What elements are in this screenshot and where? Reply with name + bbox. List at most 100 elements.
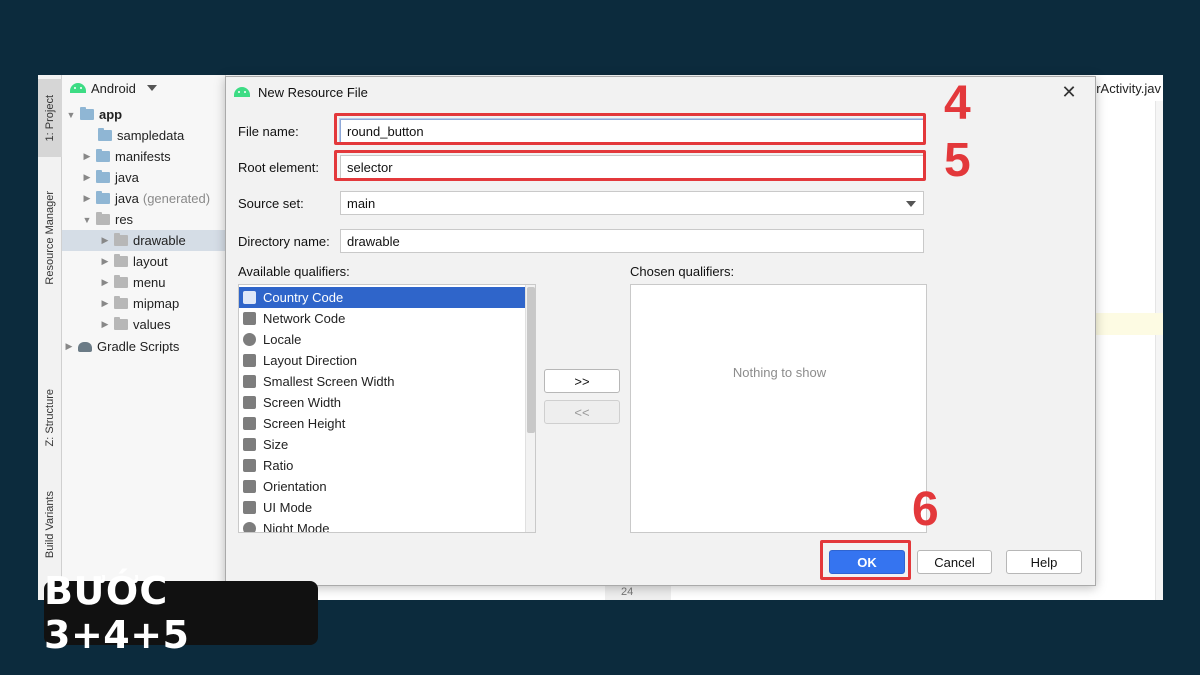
tree-item-app[interactable]: ▼ app <box>62 104 226 125</box>
tree-item-suffix: (generated) <box>142 191 211 206</box>
layout-direction-icon <box>243 354 256 367</box>
tree-item-res[interactable]: ▼ res <box>62 209 226 230</box>
qualifier-item[interactable]: Screen Height <box>239 413 525 434</box>
chevron-down-icon <box>906 201 916 207</box>
tree-item-label: sampledata <box>117 128 185 143</box>
tree-item-sampledata[interactable]: sampledata <box>62 125 226 146</box>
project-view-selector[interactable]: Android <box>62 75 225 101</box>
tree-item-label: res <box>115 212 134 227</box>
project-view-mode: Android <box>91 80 136 96</box>
step-number-6: 6 <box>912 483 939 536</box>
qualifier-item[interactable]: Country Code <box>239 287 525 308</box>
qualifier-item[interactable]: Orientation <box>239 476 525 497</box>
qualifier-item[interactable]: Locale <box>239 329 525 350</box>
annotation-box-file-name <box>334 113 926 145</box>
tree-item-java[interactable]: ▶ java <box>62 167 226 188</box>
tree-item-label: app <box>99 107 123 122</box>
close-icon[interactable]: ✕ <box>1059 82 1079 102</box>
qualifier-label: Screen Width <box>263 395 342 410</box>
night-mode-icon <box>243 522 256 532</box>
android-icon <box>234 87 250 97</box>
tree-item-label: values <box>133 317 171 332</box>
tree-item-gradle-scripts[interactable]: ▶ Gradle Scripts <box>62 336 226 357</box>
available-qualifiers-list[interactable]: Country Code Network Code Locale Layout … <box>238 284 536 533</box>
tree-item-label: menu <box>133 275 166 290</box>
tree-item-drawable[interactable]: ▶ drawable <box>62 230 226 251</box>
qualifiers-scrollbar[interactable] <box>525 285 535 532</box>
tool-window-strip: 1: Project Resource Manager Z: Structure… <box>38 75 62 600</box>
tree-item-label: java <box>115 170 139 185</box>
file-name-label: File name: <box>238 124 299 139</box>
folder-icon <box>96 149 110 162</box>
chevron-down-icon <box>146 85 157 91</box>
editor-scrollbar[interactable] <box>1155 101 1163 600</box>
qualifier-item[interactable]: UI Mode <box>239 497 525 518</box>
qualifier-item[interactable]: Smallest Screen Width <box>239 371 525 392</box>
add-qualifier-button[interactable]: >> <box>544 369 620 393</box>
dialog-title: New Resource File <box>258 84 368 100</box>
qualifier-label: Size <box>263 437 289 452</box>
smallest-screen-width-icon <box>243 375 256 388</box>
tab-resource-manager-label: Resource Manager <box>44 191 56 285</box>
module-folder-icon <box>80 107 94 120</box>
collapsed-arrow-icon: ▶ <box>101 298 109 308</box>
qualifier-label: Smallest Screen Width <box>263 374 395 389</box>
qualifier-label: Layout Direction <box>263 353 357 368</box>
source-set-select[interactable]: main <box>340 191 924 215</box>
available-qualifiers-label: Available qualifiers: <box>238 264 350 279</box>
step-number-4: 4 <box>944 77 971 130</box>
expanded-arrow-icon: ▼ <box>66 109 76 120</box>
qualifier-item[interactable]: Screen Width <box>239 392 525 413</box>
qualifier-item[interactable]: Size <box>239 434 525 455</box>
tab-resource-manager[interactable]: Resource Manager <box>38 183 62 293</box>
gradle-icon <box>78 341 92 352</box>
qualifier-label: Orientation <box>263 479 327 494</box>
directory-name-field[interactable] <box>340 229 924 253</box>
source-set-value: main <box>347 196 376 211</box>
tree-item-values[interactable]: ▶ values <box>62 314 226 335</box>
qualifier-item[interactable]: Night Mode <box>239 518 525 532</box>
caret-line-highlight <box>1095 313 1163 335</box>
ratio-icon <box>243 459 256 472</box>
chosen-qualifiers-list[interactable]: Nothing to show <box>630 284 927 533</box>
tree-item-mipmap[interactable]: ▶ mipmap <box>62 293 226 314</box>
network-code-icon <box>243 312 256 325</box>
tree-item-java-generated[interactable]: ▶ java (generated) <box>62 188 226 209</box>
tab-build-variants-label: Build Variants <box>44 491 56 559</box>
tab-project[interactable]: 1: Project <box>38 79 62 157</box>
cancel-button[interactable]: Cancel <box>917 550 992 574</box>
folder-icon <box>96 170 110 183</box>
folder-icon <box>98 128 112 141</box>
qualifier-label: Locale <box>263 332 302 347</box>
resource-folder-icon <box>96 212 110 225</box>
collapsed-arrow-icon: ▶ <box>101 319 109 329</box>
project-panel: Android ▼ app sampledata ▶ manifests ▶ j… <box>62 75 226 600</box>
tree-item-label: mipmap <box>133 296 180 311</box>
screen-height-icon <box>243 417 256 430</box>
tree-item-layout[interactable]: ▶ layout <box>62 251 226 272</box>
tree-item-label: manifests <box>115 149 171 164</box>
tree-item-manifests[interactable]: ▶ manifests <box>62 146 226 167</box>
root-element-label: Root element: <box>238 160 319 175</box>
expanded-arrow-icon: ▼ <box>82 214 92 225</box>
qualifier-item[interactable]: Layout Direction <box>239 350 525 371</box>
tree-item-menu[interactable]: ▶ menu <box>62 272 226 293</box>
qualifier-item[interactable]: Network Code <box>239 308 525 329</box>
collapsed-arrow-icon: ▶ <box>83 151 91 161</box>
tab-project-label: 1: Project <box>44 94 56 142</box>
screen-width-icon <box>243 396 256 409</box>
size-icon <box>243 438 256 451</box>
qualifier-label: Screen Height <box>263 416 346 431</box>
empty-state-text: Nothing to show <box>732 365 827 380</box>
scrollbar-thumb[interactable] <box>527 287 535 433</box>
remove-qualifier-button[interactable]: << <box>544 400 620 424</box>
help-button[interactable]: Help <box>1006 550 1082 574</box>
tree-item-label: java <box>115 191 139 206</box>
generated-folder-icon <box>96 191 110 204</box>
qualifier-label: Country Code <box>263 290 344 305</box>
folder-icon <box>114 317 128 330</box>
tab-structure[interactable]: Z: Structure <box>38 377 62 459</box>
collapsed-arrow-icon: ▶ <box>83 193 91 203</box>
qualifier-item[interactable]: Ratio <box>239 455 525 476</box>
tab-build-variants[interactable]: Build Variants <box>38 483 62 567</box>
